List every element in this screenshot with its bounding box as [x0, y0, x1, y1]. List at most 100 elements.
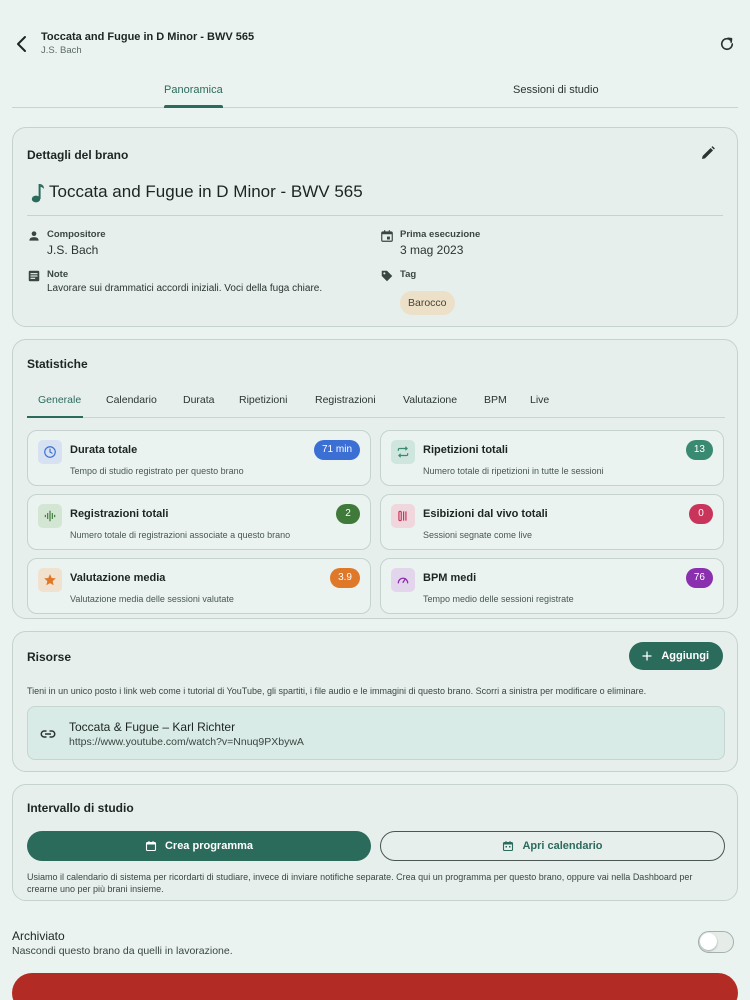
- details-divider: [27, 215, 723, 216]
- title-block: Toccata and Fugue in D Minor - BWV 565 J…: [41, 31, 254, 56]
- star-icon: [38, 568, 62, 592]
- tag-label: Tag: [400, 269, 417, 280]
- calendar-icon: [503, 841, 514, 852]
- notes-label: Note: [47, 269, 69, 280]
- resource-item[interactable]: Toccata & Fugue – Karl Richter https://w…: [27, 706, 725, 760]
- resource-url: https://www.youtube.com/watch?v=Nnuq9PXb…: [69, 736, 304, 748]
- resources-description: Tieni in un unico posto i link web come …: [27, 686, 647, 696]
- tag-chip[interactable]: Barocco: [400, 291, 455, 315]
- stat-tab-calendar[interactable]: Calendario: [106, 394, 157, 406]
- create-schedule-label: Crea programma: [164, 840, 254, 852]
- notes-icon: [28, 270, 40, 282]
- stat-title: BPM medi: [423, 572, 477, 584]
- archive-toggle[interactable]: [698, 931, 734, 953]
- toggle-knob: [700, 933, 717, 950]
- edit-button[interactable]: [699, 144, 717, 162]
- resource-title: Toccata & Fugue – Karl Richter: [69, 720, 236, 734]
- stat-tab-rating[interactable]: Valutazione: [403, 394, 457, 406]
- stat-title: Registrazioni totali: [70, 508, 169, 520]
- archive-subtitle: Nascondi questo brano da quelli in lavor…: [12, 945, 233, 957]
- tag-icon: [381, 270, 393, 282]
- stat-desc: Sessioni segnate come live: [423, 530, 533, 540]
- plus-icon: [642, 651, 652, 661]
- calendar-add-icon: [145, 841, 157, 852]
- stat-badge: 0: [689, 504, 713, 524]
- stat-average-bpm[interactable]: BPM medi Tempo medio delle sessioni regi…: [380, 558, 724, 614]
- stat-tab-recordings[interactable]: Registrazioni: [315, 394, 376, 406]
- page-title: Toccata and Fugue in D Minor - BWV 565: [41, 31, 255, 43]
- stat-tab-general[interactable]: Generale: [38, 394, 81, 406]
- stat-average-rating[interactable]: Valutazione media Valutazione media dell…: [27, 558, 371, 614]
- composer-info: Compositore J.S. Bach: [27, 229, 367, 259]
- stat-total-duration[interactable]: Durata totale Tempo di studio registrato…: [27, 430, 371, 486]
- resources-card: Risorse Aggiungi Tieni in un unico posto…: [12, 631, 738, 772]
- stat-total-recordings[interactable]: Registrazioni totali Numero totale di re…: [27, 494, 371, 550]
- back-arrow-icon: [17, 36, 26, 52]
- schedule-card: Intervallo di studio Crea programma Apri…: [12, 784, 738, 901]
- music-note-icon: [31, 184, 44, 203]
- statistics-card-title: Statistiche: [27, 357, 88, 371]
- stat-desc: Tempo medio delle sessioni registrate: [423, 594, 574, 604]
- stat-title: Valutazione media: [70, 572, 166, 584]
- person-icon: [29, 231, 39, 241]
- notes-value: Lavorare sui drammatici accordi iniziali…: [47, 283, 323, 294]
- stat-badge: 71 min: [313, 440, 360, 460]
- tag-info: Tag: [380, 269, 580, 289]
- archive-title: Archiviato: [12, 929, 65, 943]
- statistics-card: Statistiche Generale Calendario Durata R…: [12, 339, 738, 619]
- waveform-icon: [38, 504, 62, 528]
- stat-desc: Numero totale di ripetizioni in tutte le…: [423, 466, 604, 476]
- tab-study-sessions[interactable]: Sessioni di studio: [513, 84, 599, 96]
- stat-desc: Tempo di studio registrato per questo br…: [70, 466, 244, 476]
- schedule-description: Usiamo il calendario di sistema per rico…: [27, 872, 693, 894]
- refresh-icon: [720, 37, 734, 51]
- link-icon: [40, 730, 56, 738]
- stat-tab-bpm[interactable]: BPM: [484, 394, 507, 406]
- stat-title: Durata totale: [70, 444, 138, 456]
- details-card-title: Dettagli del brano: [27, 148, 129, 162]
- stat-desc: Numero totale di registrazioni associate…: [70, 530, 291, 540]
- stat-badge: 2: [336, 504, 360, 524]
- resources-card-title: Risorse: [27, 650, 72, 664]
- guitar-icon: [391, 504, 415, 528]
- composer-label: Compositore: [47, 229, 106, 240]
- stat-title: Esibizioni dal vivo totali: [423, 508, 548, 520]
- statistics-tabs: Generale Calendario Durata Ripetizioni R…: [27, 388, 725, 418]
- open-calendar-button[interactable]: Apri calendario: [380, 831, 725, 861]
- create-schedule-button[interactable]: Crea programma: [27, 831, 371, 861]
- stat-badge: 13: [685, 440, 713, 460]
- add-resource-button[interactable]: Aggiungi: [629, 642, 723, 670]
- calendar-icon: [381, 230, 393, 242]
- pencil-icon: [702, 146, 715, 159]
- stat-total-live[interactable]: Esibizioni dal vivo totali Sessioni segn…: [380, 494, 724, 550]
- refresh-button[interactable]: [718, 35, 736, 53]
- main-tabs: Panoramica Sessioni di studio: [12, 74, 738, 108]
- back-button[interactable]: [10, 32, 34, 56]
- schedule-card-title: Intervallo di studio: [27, 801, 134, 815]
- stat-total-repetitions[interactable]: Ripetizioni totali Numero totale di ripe…: [380, 430, 724, 486]
- first-performance-value: 3 mag 2023: [400, 243, 464, 257]
- add-resource-label: Aggiungi: [661, 650, 709, 662]
- stat-badge: 76: [685, 568, 713, 588]
- page-subtitle: J.S. Bach: [41, 45, 82, 56]
- stat-title: Ripetizioni totali: [423, 444, 508, 456]
- piece-title: Toccata and Fugue in D Minor - BWV 565: [49, 182, 363, 201]
- stat-tab-indicator: [27, 416, 83, 418]
- piece-title-row: Toccata and Fugue in D Minor - BWV 565: [31, 180, 363, 204]
- speed-icon: [391, 568, 415, 592]
- app-bar: Toccata and Fugue in D Minor - BWV 565 J…: [0, 0, 750, 84]
- delete-button[interactable]: [12, 973, 738, 1000]
- tab-overview[interactable]: Panoramica: [164, 84, 223, 96]
- first-performance-label: Prima esecuzione: [400, 229, 481, 240]
- stat-tab-duration[interactable]: Durata: [183, 394, 215, 406]
- first-performance-info: Prima esecuzione 3 mag 2023: [380, 229, 720, 259]
- clock-icon: [38, 440, 62, 464]
- repeat-icon: [391, 440, 415, 464]
- stat-badge: 3.9: [330, 568, 360, 588]
- stat-tab-repetitions[interactable]: Ripetizioni: [239, 394, 287, 406]
- notes-info: Note Lavorare sui drammatici accordi ini…: [27, 269, 377, 299]
- composer-value: J.S. Bach: [47, 243, 99, 257]
- tab-indicator: [164, 105, 223, 108]
- stat-tab-live[interactable]: Live: [530, 394, 549, 406]
- stat-desc: Valutazione media delle sessioni valutat…: [70, 594, 234, 604]
